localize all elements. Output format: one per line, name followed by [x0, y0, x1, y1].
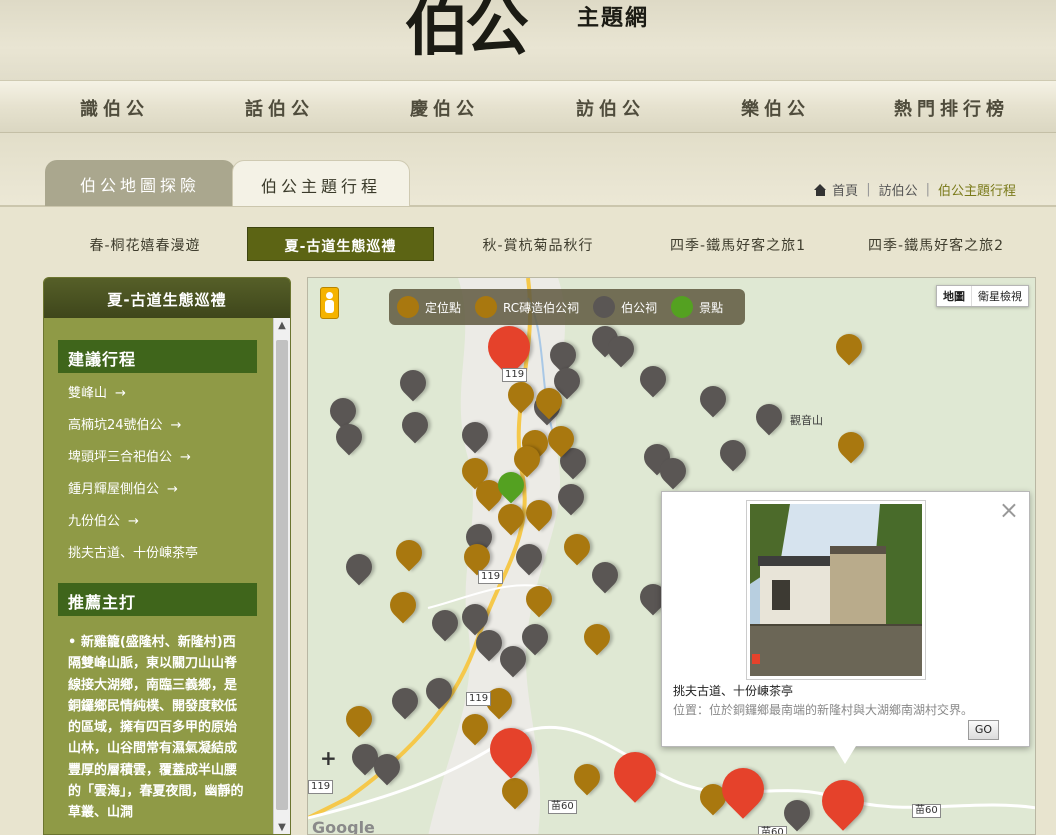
section-heading-route: 建議行程	[58, 340, 257, 373]
poi-label-guanyin-mountain: 觀音山	[790, 414, 823, 427]
scroll-down-icon[interactable]: ▼	[274, 820, 290, 834]
map-type-toggle: 地圖 衛星檢視	[936, 285, 1029, 307]
tab-bike-1[interactable]: 四季-鐵馬好客之旅1	[640, 227, 836, 261]
breadcrumb-current: 伯公主題行程	[937, 184, 1016, 199]
map-type-map-button[interactable]: 地圖	[937, 286, 971, 306]
tour-panel: 夏-古道生態巡禮 建議行程 雙峰山 → 高楠坑24號伯公 → 埤頭坪三合祀伯公 → 鍾…	[43, 277, 291, 835]
arrow-right-icon: →	[128, 514, 139, 529]
map-view[interactable]: 定位點 RC磚造伯公祠 伯公祠 景點 地圖 衛星檢視 119 119 119 1…	[307, 277, 1036, 835]
road-label: 苗60	[912, 804, 941, 818]
map-legend: 定位點 RC磚造伯公祠 伯公祠 景點	[389, 289, 746, 325]
breadcrumb-visit[interactable]: 訪伯公	[879, 180, 918, 199]
route-link-4[interactable]: 鍾月輝屋側伯公 →	[58, 479, 274, 511]
tab-map-explore[interactable]: 伯公地圖探險	[45, 160, 235, 206]
main-nav: 識伯公 話伯公 慶伯公 訪伯公 樂伯公 熱門排行榜	[0, 80, 1056, 133]
road-label: 119	[502, 368, 528, 382]
site-logo-subtitle: 主題網	[577, 5, 650, 31]
street-view-pegman[interactable]	[320, 287, 339, 319]
breadcrumb: 首頁 | 訪伯公 | 伯公主題行程	[814, 180, 1016, 199]
zoom-in-button[interactable]: +	[320, 746, 337, 770]
recommend-text: • 新雞籠(盛隆村、新隆村)西隔雙峰山脈，東以關刀山山脊線接大湖鄉，南臨三義鄉，…	[68, 635, 244, 821]
legend-label-shrine: 伯公祠	[621, 300, 658, 315]
panel-body: 建議行程 雙峰山 → 高楠坑24號伯公 → 埤頭坪三合祀伯公 → 鍾月輝屋側伯公 → 九…	[44, 318, 274, 834]
route-link-3[interactable]: 埤頭坪三合祀伯公 →	[58, 447, 274, 479]
breadcrumb-separator: |	[925, 182, 930, 197]
legend-label-location: 定位點	[425, 300, 462, 315]
breadcrumb-home[interactable]: 首頁	[832, 180, 858, 199]
tab-spring[interactable]: 春-桐花嬉春漫遊	[45, 227, 245, 261]
map-type-satellite-button[interactable]: 衛星檢視	[971, 286, 1028, 306]
site-logo[interactable]: 伯公	[405, 0, 529, 68]
route-link-1[interactable]: 雙峰山 →	[58, 383, 274, 415]
nav-item-know[interactable]: 識伯公	[80, 95, 149, 121]
tab-theme-tour[interactable]: 伯公主題行程	[232, 160, 410, 206]
season-tabs: 春-桐花嬉春漫遊 夏-古道生態巡禮 秋-賞杭菊品秋行 四季-鐵馬好客之旅1 四季…	[0, 222, 1056, 262]
site-header: 伯公 主題網	[0, 0, 1056, 80]
rc-shrine-icon	[475, 296, 498, 318]
scroll-thumb[interactable]	[276, 340, 288, 810]
road-label: 119	[466, 692, 492, 706]
arrow-right-icon: →	[170, 418, 182, 433]
nav-item-ranking[interactable]: 熱門排行榜	[894, 95, 1009, 121]
popup-location: 位置：位於銅鑼鄉最南端的新隆村與大湖鄉南湖村交界。	[673, 703, 974, 717]
road-label: 119	[308, 780, 334, 794]
arrow-right-icon: →	[115, 386, 126, 401]
scroll-up-icon[interactable]: ▲	[274, 318, 290, 334]
breadcrumb-separator: |	[866, 182, 871, 197]
legend-label-scenic: 景點	[699, 300, 724, 315]
shrine-icon	[593, 296, 616, 318]
location-pin-icon	[397, 296, 419, 318]
section-heading-recommend: 推薦主打	[58, 583, 257, 616]
info-popup: × 挑夫古道、十份崠茶亭 位置：位於銅鑼鄉最南端的新隆村與大湖鄉南湖村交界。 G…	[661, 491, 1030, 747]
nav-item-talk[interactable]: 話伯公	[245, 95, 314, 121]
nav-item-celebrate[interactable]: 慶伯公	[410, 95, 479, 121]
panel-title: 夏-古道生態巡禮	[44, 278, 290, 318]
tab-summer[interactable]: 夏-古道生態巡禮	[247, 227, 434, 261]
route-link-2[interactable]: 高楠坑24號伯公 →	[58, 415, 274, 447]
road-label: 苗60	[758, 826, 787, 834]
scenic-spot-icon	[671, 296, 694, 318]
route-link-6[interactable]: 挑夫古道、十份崠茶亭	[58, 543, 274, 575]
tab-autumn[interactable]: 秋-賞杭菊品秋行	[440, 227, 636, 261]
nav-item-fun[interactable]: 樂伯公	[741, 95, 810, 121]
road-label: 苗60	[548, 800, 577, 814]
location-photo	[746, 500, 926, 680]
nav-item-visit[interactable]: 訪伯公	[576, 95, 645, 121]
panel-scrollbar[interactable]: ▲ ▼	[273, 318, 290, 834]
go-button[interactable]: GO	[968, 720, 999, 740]
arrow-right-icon: →	[180, 450, 191, 465]
route-link-5[interactable]: 九份伯公 →	[58, 511, 274, 543]
home-icon	[814, 183, 827, 196]
google-watermark: Google	[312, 818, 375, 835]
close-icon[interactable]: ×	[999, 498, 1019, 522]
popup-pointer	[834, 746, 856, 764]
arrow-right-icon: →	[167, 482, 178, 497]
tab-bike-2[interactable]: 四季-鐵馬好客之旅2	[838, 227, 1034, 261]
road-label: 119	[478, 570, 504, 584]
popup-title: 挑夫古道、十份崠茶亭	[673, 684, 794, 698]
legend-label-rc-shrine: RC磚造伯公祠	[503, 300, 580, 315]
